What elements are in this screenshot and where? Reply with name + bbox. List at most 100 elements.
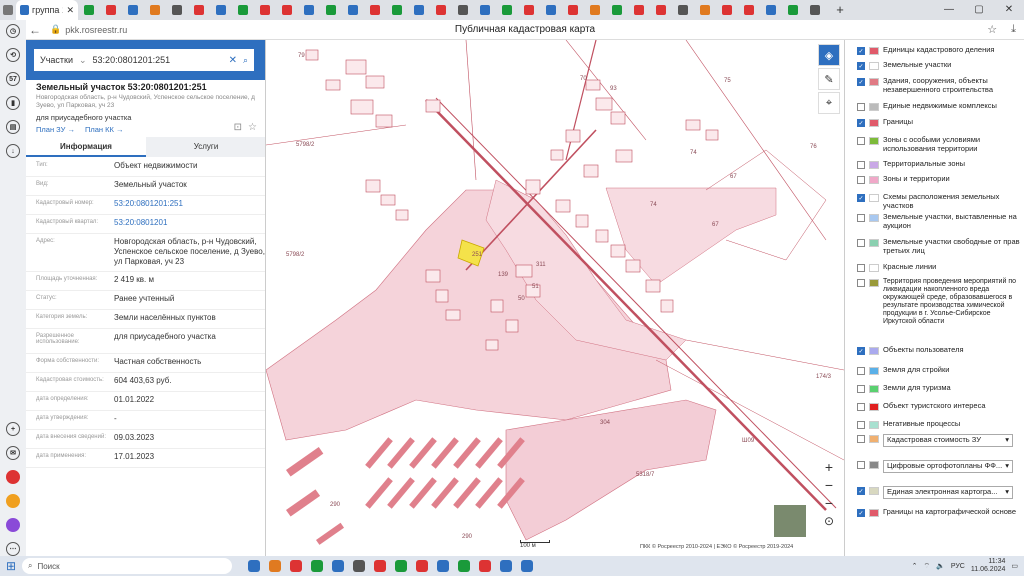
building-outline[interactable] xyxy=(375,114,393,128)
layer-checkbox[interactable] xyxy=(857,137,865,145)
taskbar-app-icon[interactable] xyxy=(353,560,365,572)
app-icon[interactable] xyxy=(6,494,20,508)
taskbar-app-icon[interactable] xyxy=(416,560,428,572)
layer-select-value[interactable]: Цифровые ортофотопланы ФФ... xyxy=(887,461,1002,471)
building-outline[interactable] xyxy=(575,214,589,228)
browser-tab[interactable] xyxy=(364,0,386,20)
url-field[interactable]: 🔒 pkk.rosreestr.ru xyxy=(50,24,127,35)
layer-checkbox[interactable] xyxy=(857,279,865,287)
layer-item[interactable]: Территория проведения мероприятий по лик… xyxy=(845,278,1024,326)
layer-item[interactable]: ✓ Здания, сооружения, объекты незавершенн… xyxy=(845,76,1024,94)
plan-zu-link[interactable]: План ЗУ → xyxy=(36,125,75,134)
browser-tab[interactable] xyxy=(430,0,452,20)
chevron-down-icon[interactable]: ▾ xyxy=(1005,487,1009,497)
layer-item[interactable]: Территориальные зоны xyxy=(845,159,1024,169)
browser-tab[interactable] xyxy=(474,0,496,20)
collections-icon[interactable]: ▤ xyxy=(6,120,20,134)
browser-tab[interactable] xyxy=(496,0,518,20)
minimize-icon[interactable]: — xyxy=(934,0,964,20)
browser-tab[interactable] xyxy=(276,0,298,20)
building-outline[interactable] xyxy=(490,299,504,313)
download-icon[interactable]: ⤓ xyxy=(1011,23,1016,36)
layer-item[interactable]: Земля для стройки xyxy=(845,365,1024,375)
browser-tab[interactable] xyxy=(386,0,408,20)
search-type-select[interactable]: Участки xyxy=(40,55,73,65)
building-outline[interactable] xyxy=(555,199,571,213)
history-icon[interactable]: ◷ xyxy=(6,24,20,38)
notifications-icon[interactable]: ▭ xyxy=(1011,562,1018,570)
browser-tab[interactable] xyxy=(672,0,694,20)
layer-item[interactable]: Зоны с особыми условиями использования т… xyxy=(845,135,1024,153)
apps-icon[interactable]: ⋯ xyxy=(6,542,20,556)
browser-tab[interactable] xyxy=(298,0,320,20)
tab-favicon-1[interactable] xyxy=(0,0,16,20)
taskbar-app-icon[interactable] xyxy=(248,560,260,572)
layer-checkbox[interactable] xyxy=(857,421,865,429)
browser-tab[interactable] xyxy=(210,0,232,20)
taskbar-app-icon[interactable] xyxy=(521,560,533,572)
layer-checkbox[interactable] xyxy=(857,103,865,111)
attribute-link[interactable]: 53:20:0801201:251 xyxy=(114,196,265,214)
browser-tab[interactable] xyxy=(166,0,188,20)
plan-kk-link[interactable]: План КК → xyxy=(85,125,124,134)
building-outline[interactable] xyxy=(595,97,613,111)
taskbar-app-icon[interactable] xyxy=(479,560,491,572)
taskbar-app-icon[interactable] xyxy=(311,560,323,572)
chevron-down-icon[interactable]: ▾ xyxy=(1005,435,1009,445)
browser-tab[interactable] xyxy=(760,0,782,20)
alice-icon[interactable] xyxy=(6,518,20,532)
zoom-out-button[interactable]: − xyxy=(818,494,840,512)
layer-checkbox[interactable]: ✓ xyxy=(857,119,865,127)
taskbar-app-icon[interactable] xyxy=(332,560,344,572)
building-outline[interactable] xyxy=(660,299,674,313)
building-outline[interactable] xyxy=(485,339,499,351)
browser-tab[interactable] xyxy=(188,0,210,20)
building-outline[interactable] xyxy=(515,264,533,278)
layer-checkbox[interactable] xyxy=(857,367,865,375)
building-outline[interactable] xyxy=(380,194,396,206)
counter-icon[interactable]: 57 xyxy=(6,72,20,86)
building-outline[interactable] xyxy=(565,129,581,143)
add-icon[interactable]: + xyxy=(6,422,20,436)
parcel-area[interactable] xyxy=(505,399,717,541)
browser-tab[interactable] xyxy=(738,0,760,20)
layer-checkbox[interactable]: ✓ xyxy=(857,194,865,202)
taskbar-app-icon[interactable] xyxy=(458,560,470,572)
building-outline[interactable] xyxy=(395,209,409,221)
layer-select-value[interactable]: Единая электронная картогра... xyxy=(887,487,997,497)
layer-checkbox[interactable] xyxy=(857,176,865,184)
maximize-icon[interactable]: ▢ xyxy=(964,0,994,20)
layer-checkbox[interactable] xyxy=(857,461,865,469)
layer-checkbox[interactable] xyxy=(857,264,865,272)
building-outline[interactable] xyxy=(305,49,319,61)
layer-item[interactable]: Цифровые ортофотопланы ФФ... ▾ xyxy=(845,460,1024,473)
layer-item[interactable]: Земельные участки свободные от прав трет… xyxy=(845,237,1024,255)
layer-checkbox[interactable] xyxy=(857,385,865,393)
compass-icon[interactable]: ⊙ xyxy=(818,512,840,530)
building-outline[interactable] xyxy=(425,269,441,283)
building-outline[interactable] xyxy=(425,99,441,113)
layer-checkbox[interactable]: ✓ xyxy=(857,47,865,55)
language-indicator[interactable]: РУС xyxy=(951,563,965,570)
building-outline[interactable] xyxy=(445,309,461,321)
browser-tab[interactable] xyxy=(650,0,672,20)
volume-icon[interactable]: 🔈 xyxy=(936,562,945,570)
building-outline[interactable] xyxy=(505,319,519,333)
layer-item[interactable]: Объект туристского интереса xyxy=(845,401,1024,411)
layer-checkbox[interactable]: ✓ xyxy=(857,347,865,355)
new-tab-button[interactable]: + xyxy=(832,2,848,18)
building-block[interactable] xyxy=(316,522,345,545)
layer-item[interactable]: Земли для туризма xyxy=(845,383,1024,393)
building-outline[interactable] xyxy=(525,179,541,195)
browser-tab[interactable] xyxy=(78,0,100,20)
building-outline[interactable] xyxy=(610,111,626,125)
browser-tab[interactable] xyxy=(628,0,650,20)
recent-icon[interactable]: ⟲ xyxy=(6,48,20,62)
layer-checkbox[interactable] xyxy=(857,161,865,169)
building-outline[interactable] xyxy=(550,149,564,161)
taskbar-app-icon[interactable] xyxy=(437,560,449,572)
layer-item[interactable]: ✓ Схемы расположения земельных участков xyxy=(845,192,1024,210)
zoom-in-button[interactable]: + xyxy=(818,458,840,476)
layer-item[interactable]: Негативные процессы xyxy=(845,419,1024,429)
browser-tab[interactable] xyxy=(540,0,562,20)
